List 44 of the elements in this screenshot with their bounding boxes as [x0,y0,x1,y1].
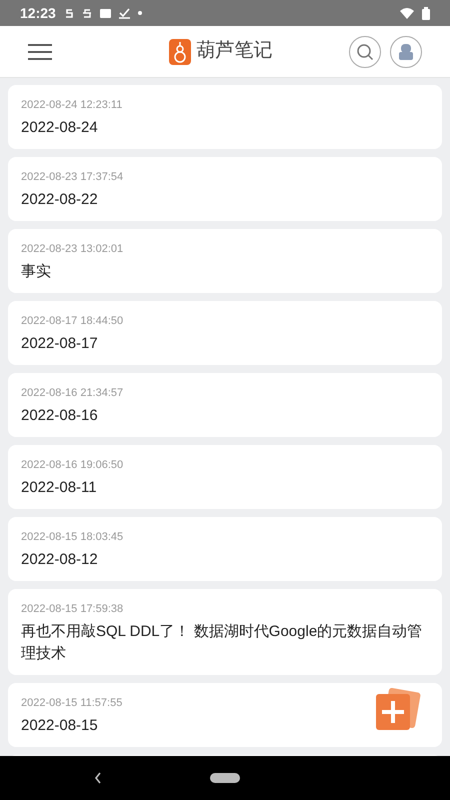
battery-icon [422,6,430,20]
note-card[interactable]: 2022-08-15 18:03:45 2022-08-12 [8,517,442,581]
dot-icon [138,11,142,15]
check-icon [118,8,130,18]
home-handle[interactable] [210,773,240,783]
note-card[interactable]: 2022-08-23 13:02:01 事实 [8,229,442,293]
note-timestamp: 2022-08-24 12:23:11 [21,98,124,113]
note-title: 2022-08-16 [21,406,99,426]
notification-icon [82,8,92,18]
search-icon [356,42,374,60]
note-title: 2022-08-22 [21,190,99,210]
note-timestamp: 2022-08-15 11:57:55 [21,696,124,711]
note-timestamp: 2022-08-23 13:02:01 [21,242,124,257]
note-card[interactable]: 2022-08-15 11:57:55 2022-08-15 [8,683,442,747]
note-title: 2022-08-24 [21,118,99,138]
note-title: 再也不用敲SQL DDL了！ 数据湖时代Google的元数据自动管理技术 [21,622,424,664]
add-note-icon [374,688,422,732]
note-title: 2022-08-17 [21,334,99,354]
wifi-icon [400,8,414,18]
note-timestamp: 2022-08-15 18:03:45 [21,530,124,545]
note-card[interactable]: 2022-08-15 17:59:38 再也不用敲SQL DDL了！ 数据湖时代Google的元数据自动管理技术 [8,589,442,675]
note-title: 2022-08-12 [21,550,99,570]
note-card[interactable]: 2022-08-17 18:44:50 2022-08-17 [8,301,442,365]
note-timestamp: 2022-08-15 17:59:38 [21,602,124,617]
note-title: 2022-08-15 [21,716,99,736]
menu-icon[interactable] [28,44,52,60]
note-card[interactable]: 2022-08-24 12:23:11 2022-08-24 [8,85,442,149]
note-timestamp: 2022-08-16 21:34:57 [21,386,124,401]
note-card[interactable]: 2022-08-16 21:34:57 2022-08-16 [8,373,442,437]
app-title: 葫芦笔记 [196,39,272,64]
note-card[interactable]: 2022-08-16 19:06:50 2022-08-11 [8,445,442,509]
note-timestamp: 2022-08-23 17:37:54 [21,170,124,185]
note-title: 2022-08-11 [21,478,98,498]
add-note-button[interactable] [374,688,422,732]
search-button[interactable] [349,36,381,68]
note-timestamp: 2022-08-17 18:44:50 [21,314,124,329]
note-card[interactable]: 2022-08-23 17:37:54 2022-08-22 [8,157,442,221]
notification-icon [64,8,74,18]
note-title: 事实 [21,262,52,282]
gourd-logo-icon [168,38,190,64]
mail-icon [100,8,111,18]
status-time: 12:23 [20,4,56,22]
back-icon[interactable] [94,772,102,784]
note-timestamp: 2022-08-16 19:06:50 [21,458,124,473]
